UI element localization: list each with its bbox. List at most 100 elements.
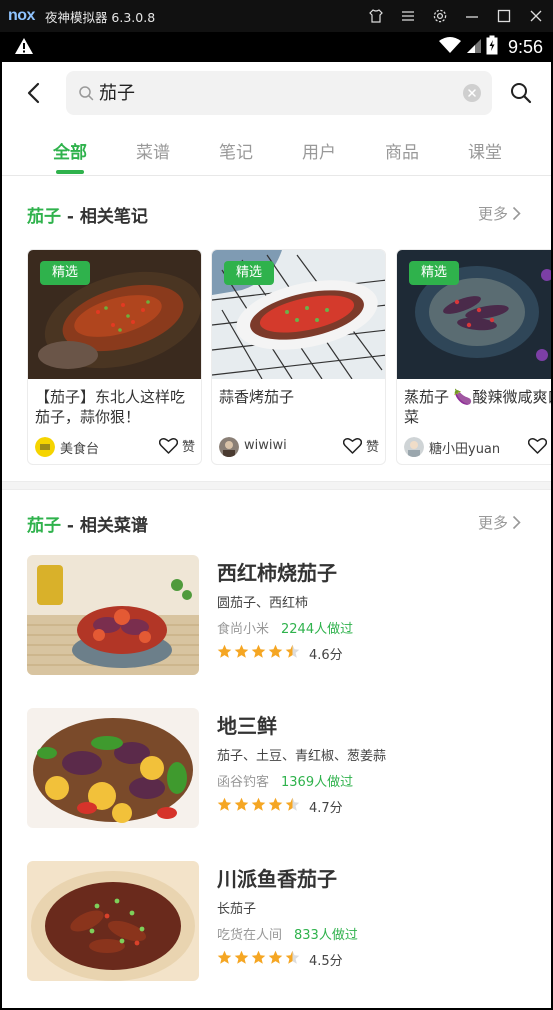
back-arrow-icon <box>27 82 40 104</box>
star-icon <box>234 950 249 964</box>
like-button[interactable]: 赞 <box>342 436 379 455</box>
recipes-more-label: 更多 <box>478 514 509 532</box>
note-author[interactable]: 美食台 <box>60 438 99 457</box>
chevron-right-icon <box>512 515 521 530</box>
recipe-author[interactable]: 吃货在人间 <box>217 928 282 943</box>
tab-all[interactable]: 全部 <box>40 138 100 163</box>
clear-search-button[interactable] <box>463 84 481 102</box>
star-icon <box>285 797 300 811</box>
recipe-rating: 4.6分 <box>217 644 343 663</box>
rating-stars <box>217 950 302 969</box>
recipes-keyword: 茄子 <box>27 516 61 536</box>
notes-more-link[interactable]: 更多 <box>478 203 521 224</box>
search-button[interactable] <box>510 82 532 104</box>
status-time: 9:56 <box>507 36 543 57</box>
status-bar: 9:56 <box>2 32 551 62</box>
search-field[interactable] <box>66 71 492 115</box>
recipe-title: 川派鱼香茄子 <box>217 867 337 891</box>
avatar <box>35 437 55 457</box>
star-icon <box>268 950 283 964</box>
close-icon[interactable] <box>527 7 545 25</box>
note-author[interactable]: wiwiwi <box>244 438 287 453</box>
warning-icon <box>14 37 34 59</box>
heart-icon <box>158 438 178 454</box>
signal-icon <box>466 36 482 58</box>
avatar <box>219 437 239 457</box>
tab-products[interactable]: 商品 <box>372 138 432 163</box>
star-icon <box>251 950 266 964</box>
star-icon <box>251 797 266 811</box>
notes-more-label: 更多 <box>478 205 509 223</box>
recipes-section-title: 茄子 - 相关菜谱 <box>27 511 148 536</box>
gear-icon[interactable] <box>431 7 449 25</box>
featured-badge: 精选 <box>40 261 90 285</box>
star-icon <box>285 644 300 658</box>
chevron-right-icon <box>512 206 521 221</box>
star-icon <box>234 644 249 658</box>
note-title: 【茄子】东北人这样吃茄子，蒜你狠！ <box>35 388 186 426</box>
recipe-title: 西红柿烧茄子 <box>217 561 337 585</box>
search-input[interactable] <box>99 81 439 102</box>
star-icon <box>217 644 232 658</box>
clear-icon <box>468 89 476 97</box>
note-title: 蒸茄子 🍆酸辣微咸爽口菜 <box>404 388 551 426</box>
rating-score: 4.7分 <box>309 801 343 816</box>
recipe-cooked-count: 2244人做过 <box>281 622 354 637</box>
recipe-author[interactable]: 食尚小米 <box>217 622 269 637</box>
search-header <box>2 62 551 124</box>
category-tabs: 全部 菜谱 笔记 用户 商品 课堂 <box>2 124 551 176</box>
star-icon <box>285 950 300 964</box>
recipe-ingredients: 茄子、土豆、青红椒、葱姜蒜 <box>217 749 387 764</box>
minimize-icon[interactable] <box>463 7 481 25</box>
like-button[interactable]: 赞 <box>158 436 195 455</box>
heart-icon <box>342 438 362 454</box>
note-title: 蒜香烤茄子 <box>219 388 295 406</box>
tab-users[interactable]: 用户 <box>289 138 349 163</box>
tab-classes[interactable]: 课堂 <box>455 138 515 163</box>
star-icon <box>251 644 266 658</box>
emulator-title-bar: nox 夜神模拟器 6.3.0.8 <box>0 0 553 32</box>
battery-icon <box>486 35 498 59</box>
star-icon <box>217 797 232 811</box>
maximize-icon[interactable] <box>495 7 513 25</box>
recipes-title-suffix: - 相关菜谱 <box>61 516 148 536</box>
recipe-rating: 4.7分 <box>217 797 343 816</box>
note-card[interactable]: 精选 蒜香烤茄子 wiwiwi 赞 <box>211 249 386 465</box>
app-screen: 全部 菜谱 笔记 用户 商品 课堂 茄子 - 相关笔记 更多 精选 【茄子】东北… <box>2 62 551 1008</box>
star-icon <box>268 644 283 658</box>
tab-notes[interactable]: 笔记 <box>206 138 266 163</box>
recipe-cooked-count: 833人做过 <box>294 928 358 943</box>
like-button[interactable]: 赞 <box>527 436 551 455</box>
note-card[interactable]: 精选 【茄子】东北人这样吃茄子，蒜你狠！ 美食台 赞 <box>27 249 202 465</box>
featured-badge: 精选 <box>224 261 274 285</box>
like-label: 赞 <box>181 440 195 455</box>
rating-stars <box>217 644 302 663</box>
wifi-icon <box>438 36 462 58</box>
note-card[interactable]: 精选 蒸茄子 🍆酸辣微咸爽口菜 糖小田yuan 赞 <box>396 249 551 465</box>
menu-icon[interactable] <box>399 7 417 25</box>
emulator-logo: nox <box>8 7 35 24</box>
emulator-title: 夜神模拟器 6.3.0.8 <box>44 9 156 25</box>
recipe-author[interactable]: 函谷钓客 <box>217 775 269 790</box>
recipes-more-link[interactable]: 更多 <box>478 512 521 533</box>
star-icon <box>217 950 232 964</box>
avatar <box>404 437 424 457</box>
notes-section-title: 茄子 - 相关笔记 <box>27 202 148 227</box>
section-divider <box>2 481 551 490</box>
recipe-image <box>27 555 199 675</box>
recipe-item[interactable]: 地三鲜 茄子、土豆、青红椒、葱姜蒜 函谷钓客 1369人做过 4.7分 <box>27 708 527 830</box>
recipe-ingredients: 长茄子 <box>217 902 257 917</box>
recipe-item[interactable]: 川派鱼香茄子 长茄子 吃货在人间 833人做过 4.5分 <box>27 861 527 983</box>
star-icon <box>234 797 249 811</box>
featured-badge: 精选 <box>409 261 459 285</box>
tab-recipes[interactable]: 菜谱 <box>123 138 183 163</box>
search-icon <box>511 83 532 104</box>
search-icon <box>78 85 94 105</box>
note-author[interactable]: 糖小田yuan <box>429 438 500 457</box>
shirt-icon[interactable] <box>367 7 385 25</box>
notes-title-suffix: - 相关笔记 <box>61 207 148 227</box>
recipe-item[interactable]: 西红柿烧茄子 圆茄子、西红柿 食尚小米 2244人做过 4.6分 <box>27 555 527 677</box>
rating-stars <box>217 797 302 816</box>
back-button[interactable] <box>22 80 44 106</box>
rating-score: 4.5分 <box>309 954 343 969</box>
